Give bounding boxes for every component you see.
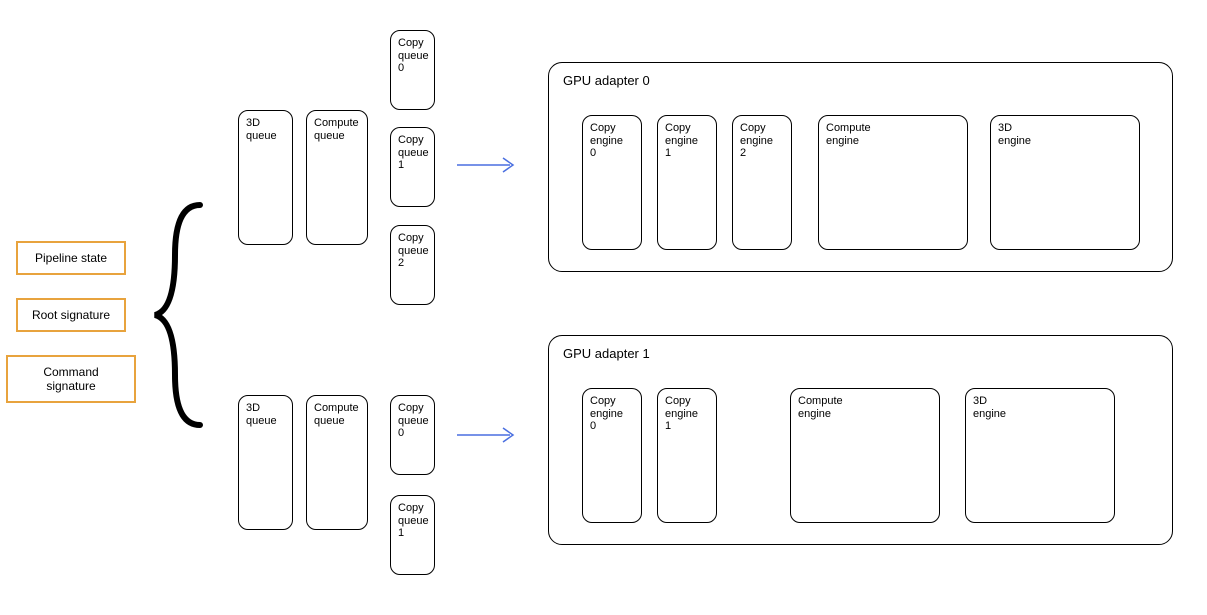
root-signature-box: Root signature bbox=[16, 298, 126, 332]
engine-copy0-a0-label: Copyengine0 bbox=[590, 122, 634, 160]
command-signature-label: Command signature bbox=[43, 365, 98, 393]
gpu-adapter-1-title: GPU adapter 1 bbox=[563, 346, 1158, 361]
queue-copy0-bottom-label: Copyqueue0 bbox=[398, 402, 427, 440]
engine-compute-a0: Computeengine bbox=[818, 115, 968, 250]
engine-copy1-a1-label: Copyengine1 bbox=[665, 395, 709, 433]
engine-compute-a0-label: Computeengine bbox=[826, 122, 960, 147]
engine-copy2-a0: Copyengine2 bbox=[732, 115, 792, 250]
queue-3d-top: 3Dqueue bbox=[238, 110, 293, 245]
engine-3d-a0-label: 3Dengine bbox=[998, 122, 1132, 147]
queue-compute-top-label: Computequeue bbox=[314, 117, 360, 142]
queue-copy0-bottom: Copyqueue0 bbox=[390, 395, 435, 475]
command-signature-box: Command signature bbox=[6, 355, 136, 403]
gpu-adapter-0-title: GPU adapter 0 bbox=[563, 73, 1158, 88]
queue-copy1-bottom: Copyqueue1 bbox=[390, 495, 435, 575]
engine-copy1-a1: Copyengine1 bbox=[657, 388, 717, 523]
queue-compute-bottom: Computequeue bbox=[306, 395, 368, 530]
queue-copy2-top-label: Copyqueue2 bbox=[398, 232, 427, 270]
queue-copy0-top: Copyqueue0 bbox=[390, 30, 435, 110]
engine-copy0-a0: Copyengine0 bbox=[582, 115, 642, 250]
queue-compute-top: Computequeue bbox=[306, 110, 368, 245]
queue-copy2-top: Copyqueue2 bbox=[390, 225, 435, 305]
engine-copy0-a1: Copyengine0 bbox=[582, 388, 642, 523]
curly-brace-icon bbox=[150, 200, 210, 430]
pipeline-state-label: Pipeline state bbox=[35, 251, 107, 265]
queue-3d-bottom-label: 3Dqueue bbox=[246, 402, 285, 427]
queue-3d-top-label: 3Dqueue bbox=[246, 117, 285, 142]
queue-3d-bottom: 3Dqueue bbox=[238, 395, 293, 530]
engine-3d-a1-label: 3Dengine bbox=[973, 395, 1107, 420]
engine-3d-a1: 3Dengine bbox=[965, 388, 1115, 523]
engine-compute-a1: Computeengine bbox=[790, 388, 940, 523]
queue-compute-bottom-label: Computequeue bbox=[314, 402, 360, 427]
queue-copy1-top-label: Copyqueue1 bbox=[398, 134, 427, 172]
engine-copy1-a0: Copyengine1 bbox=[657, 115, 717, 250]
arrow-bottom-icon bbox=[455, 425, 525, 445]
root-signature-label: Root signature bbox=[32, 308, 110, 322]
queue-copy1-bottom-label: Copyqueue1 bbox=[398, 502, 427, 540]
engine-copy2-a0-label: Copyengine2 bbox=[740, 122, 784, 160]
pipeline-state-box: Pipeline state bbox=[16, 241, 126, 275]
queue-copy0-top-label: Copyqueue0 bbox=[398, 37, 427, 75]
arrow-top-icon bbox=[455, 155, 525, 175]
engine-3d-a0: 3Dengine bbox=[990, 115, 1140, 250]
engine-copy0-a1-label: Copyengine0 bbox=[590, 395, 634, 433]
engine-compute-a1-label: Computeengine bbox=[798, 395, 932, 420]
engine-copy1-a0-label: Copyengine1 bbox=[665, 122, 709, 160]
queue-copy1-top: Copyqueue1 bbox=[390, 127, 435, 207]
